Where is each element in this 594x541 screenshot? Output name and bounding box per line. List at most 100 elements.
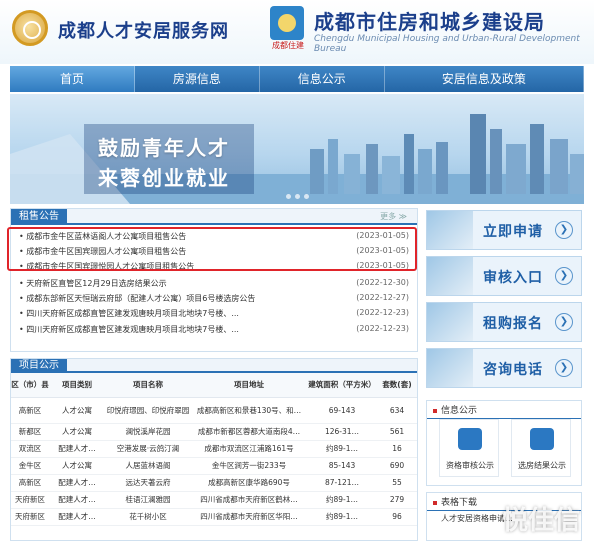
main-nav: 首页 房源信息 信息公示 安居信息及政策 <box>10 66 584 92</box>
rent-signup-label: 租购报名 <box>483 316 543 332</box>
cell-name[interactable]: 澜悦溪岸花园 <box>105 423 191 441</box>
arrow-right-icon: ❯ <box>555 267 573 285</box>
notice-more-link[interactable]: 更多 ≫ <box>380 211 407 222</box>
table-row[interactable]: 双流区 配建人才… 空港发展·云鸽汀澜 成都市双流区江浦路161号 约89-1…… <box>11 440 417 458</box>
bureau-logo-icon[interactable] <box>270 6 304 40</box>
notice-item-title[interactable]: • 成都东部新区天恒瑞云府邸（配建人才公寓）项目6号楼选房公告 <box>19 293 255 304</box>
cell-name[interactable]: 花千树小区 <box>105 508 191 526</box>
id-card-icon <box>458 428 482 450</box>
cell-units: 96 <box>377 508 417 526</box>
nav-public-info[interactable]: 信息公示 <box>260 66 385 92</box>
notice-item[interactable]: • 天府新区直管区12月29日选房结果公示 (2022-12-30) <box>11 278 417 290</box>
cell-area: 约89-1… <box>307 491 377 509</box>
info-public-box: 信息公示 资格审核公示 选房结果公示 <box>426 400 582 486</box>
bureau-name[interactable]: 成都市住房和城乡建设局 <box>314 6 545 35</box>
project-header: 项目公示 <box>11 359 417 373</box>
table-row[interactable]: 高新区 配建人才… 远达天著云府 成都高新区康华路690号 87-121… 55 <box>11 474 417 492</box>
notice-item[interactable]: • 四川天府新区成都直管区建发观唐映月项目北地块7号楼、... (2022-12… <box>11 308 417 320</box>
review-photo <box>427 257 473 295</box>
apply-now-label: 立即申请 <box>483 224 543 240</box>
table-row[interactable]: 天府新区 配建人才… 桂语江澜雅园 四川省成都市天府新区鹤林… 约89-1… 2… <box>11 491 417 509</box>
cell-name[interactable]: 人居蓝林语阁 <box>105 457 191 475</box>
qualification-public-link[interactable]: 资格审核公示 <box>439 419 499 477</box>
col-category: 项目类别 <box>49 373 105 398</box>
arrow-right-icon: ❯ <box>555 313 573 331</box>
cell-district: 天府新区 <box>11 491 49 509</box>
rent-photo <box>427 303 473 341</box>
cell-district: 新都区 <box>11 423 49 441</box>
col-units: 套数(套) <box>377 373 417 398</box>
cell-district: 双流区 <box>11 440 49 458</box>
notice-header: 租售公告 更多 ≫ <box>11 209 417 225</box>
cell-units: 16 <box>377 440 417 458</box>
cell-district: 高新区 <box>11 397 49 424</box>
nav-home[interactable]: 首页 <box>10 66 135 92</box>
carousel-dot[interactable] <box>286 194 291 199</box>
cell-category: 人才公寓 <box>49 423 105 441</box>
carousel-dot[interactable] <box>304 194 309 199</box>
notice-item-title[interactable]: • 四川天府新区成都直管区建发观唐映月项目北地块7号楼、... <box>19 324 239 335</box>
cell-name[interactable]: 印悦府璟园、印悦府翠园 <box>105 397 191 424</box>
notice-item[interactable]: • 成都东部新区天恒瑞云府邸（配建人才公寓）项目6号楼选房公告 (2022-12… <box>11 293 417 305</box>
cell-category: 人才公寓 <box>49 397 105 424</box>
notice-panel: 租售公告 更多 ≫ • 成都市金牛区蓝林语阁人才公寓项目租售公告 (2023-0… <box>7 208 418 352</box>
cell-area: 约89-1… <box>307 508 377 526</box>
hotline-button[interactable]: 咨询电话 ❯ <box>426 348 582 388</box>
notice-item-title[interactable]: • 天府新区直管区12月29日选房结果公示 <box>19 278 167 289</box>
cell-units: 634 <box>377 397 417 424</box>
notice-item-date: (2022-12-23) <box>356 324 409 333</box>
site-name[interactable]: 成都人才安居服务网 <box>58 17 229 43</box>
banner-slogan-line1: 鼓励青年人才 <box>98 136 230 160</box>
banner[interactable]: 鼓励青年人才 来蓉创业就业 <box>10 94 584 204</box>
apply-now-button[interactable]: 立即申请 ❯ <box>426 210 582 250</box>
table-row[interactable]: 新都区 人才公寓 澜悦溪岸花园 成都市新都区蓉都大道南段4… 126-31… 5… <box>11 423 417 441</box>
notice-item-title[interactable]: • 四川天府新区成都直管区建发观唐映月项目北地块7号楼、... <box>19 308 239 319</box>
arrow-right-icon: ❯ <box>555 359 573 377</box>
nav-housing[interactable]: 房源信息 <box>135 66 260 92</box>
nav-policy[interactable]: 安居信息及政策 <box>385 66 584 92</box>
review-entry-button[interactable]: 审核入口 ❯ <box>426 256 582 296</box>
col-address: 项目地址 <box>191 373 307 398</box>
hotline-label: 咨询电话 <box>483 362 543 378</box>
banner-slogan-line2: 来蓉创业就业 <box>98 166 230 190</box>
table-row[interactable]: 高新区 人才公寓 印悦府璟园、印悦府翠园 成都高新区和景巷130号、和… 69-… <box>11 397 417 424</box>
col-district: 区（市）县 <box>11 373 49 398</box>
project-table: 区（市）县 项目类别 项目名称 项目地址 建筑面积（平方米） 套数(套) 高新区… <box>11 373 417 526</box>
carousel-dot[interactable] <box>295 194 300 199</box>
watermark: 悦佳信 <box>502 506 581 536</box>
cell-name[interactable]: 桂语江澜雅园 <box>105 491 191 509</box>
cell-district: 天府新区 <box>11 508 49 526</box>
carousel-dots <box>286 194 309 199</box>
cell-units: 279 <box>377 491 417 509</box>
arrow-right-icon: ❯ <box>555 221 573 239</box>
cell-address: 四川省成都市天府新区鹤林… <box>191 491 307 509</box>
cell-area: 85-143 <box>307 457 377 475</box>
cell-category: 配建人才… <box>49 508 105 526</box>
table-row[interactable]: 金牛区 人才公寓 人居蓝林语阁 金牛区涧芳一街233号 85-143 690 <box>11 457 417 475</box>
table-header-row: 区（市）县 项目类别 项目名称 项目地址 建筑面积（平方米） 套数(套) <box>11 373 417 398</box>
notice-title: 租售公告 <box>11 209 67 225</box>
cell-name[interactable]: 远达天著云府 <box>105 474 191 492</box>
table-row[interactable]: 天府新区 配建人才… 花千树小区 四川省成都市天府新区华阳… 约89-1… 96 <box>11 508 417 526</box>
site-logo-icon[interactable] <box>12 10 48 46</box>
cell-area: 69-143 <box>307 397 377 424</box>
review-entry-label: 审核入口 <box>483 270 543 286</box>
cell-category: 人才公寓 <box>49 457 105 475</box>
col-area: 建筑面积（平方米） <box>307 373 377 398</box>
selection-result-link[interactable]: 选房结果公示 <box>511 419 571 477</box>
qualification-public-label: 资格审核公示 <box>446 461 494 470</box>
rent-signup-button[interactable]: 租购报名 ❯ <box>426 302 582 342</box>
cell-units: 561 <box>377 423 417 441</box>
cell-units: 55 <box>377 474 417 492</box>
notice-item-date: (2022-12-27) <box>356 293 409 302</box>
cell-address: 成都高新区和景巷130号、和… <box>191 397 307 424</box>
notice-item[interactable]: • 四川天府新区成都直管区建发观唐映月项目北地块7号楼、... (2022-12… <box>11 324 417 336</box>
cell-area: 87-121… <box>307 474 377 492</box>
cell-district: 金牛区 <box>11 457 49 475</box>
col-name: 项目名称 <box>105 373 191 398</box>
cell-category: 配建人才… <box>49 440 105 458</box>
cell-address: 成都高新区康华路690号 <box>191 474 307 492</box>
project-panel: 项目公示 区（市）县 项目类别 项目名称 项目地址 建筑面积（平方米） 套数(套… <box>10 358 418 541</box>
project-title: 项目公示 <box>11 359 67 373</box>
cell-name[interactable]: 空港发展·云鸽汀澜 <box>105 440 191 458</box>
